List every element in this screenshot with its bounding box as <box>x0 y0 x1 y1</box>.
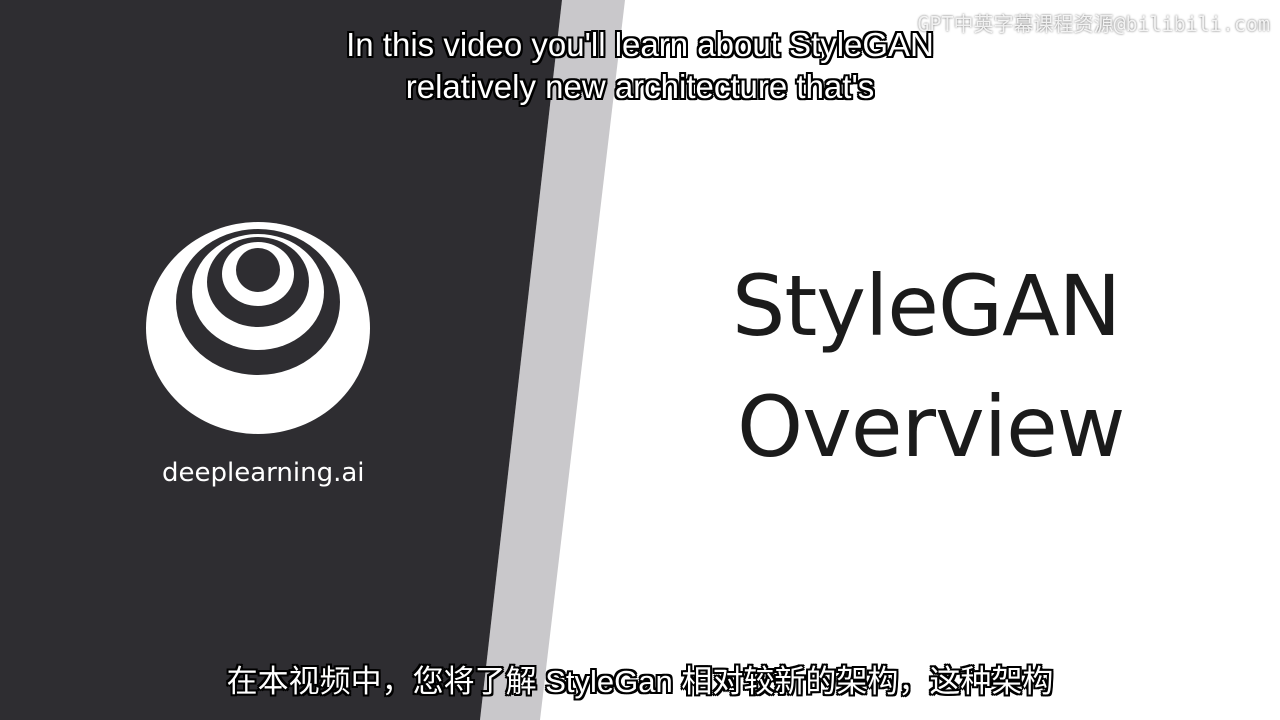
brand-name: deeplearning.ai <box>162 458 365 488</box>
video-frame: deeplearning.ai StyleGAN Overview GPT中英字… <box>0 0 1280 720</box>
deeplearning-ai-logo-icon <box>146 222 370 434</box>
slide-title-line-2: Overview <box>737 378 1125 476</box>
subtitle-english-line-2: relatively new architecture that's <box>405 68 875 105</box>
subtitle-chinese: 在本视频中，您将了解 StyleGan 相对较新的架构，这种架构 <box>226 664 1054 699</box>
subtitle-english-line-1: In this video you'll learn about StyleGA… <box>346 26 934 63</box>
slide-title-line-1: StyleGAN <box>732 257 1121 355</box>
